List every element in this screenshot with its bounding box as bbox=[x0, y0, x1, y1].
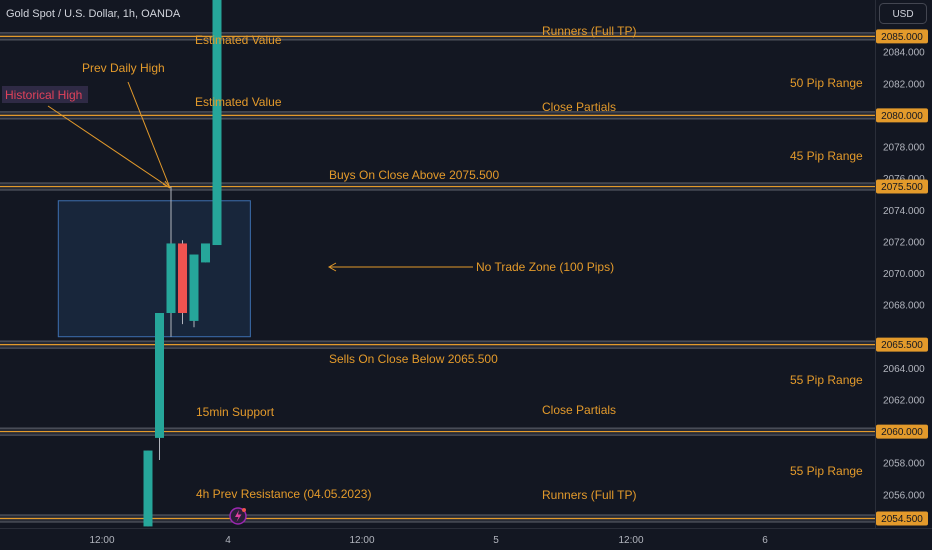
currency-button[interactable]: USD bbox=[879, 3, 927, 24]
historical-high-label: Historical High bbox=[2, 86, 88, 103]
annotation-estimated-value-2: Estimated Value bbox=[195, 95, 282, 109]
candle-body-4[interactable] bbox=[189, 254, 199, 321]
annotation-pip-range-55b: 55 Pip Range bbox=[790, 464, 863, 478]
y-tick-label-11: 2084.000 bbox=[883, 48, 925, 59]
chart-container: 2056.000 2058.000 2062.000 2064.000 2068.000… bbox=[0, 0, 932, 550]
y-tick-label-5: 2070.000 bbox=[883, 269, 925, 280]
candle-body-0[interactable] bbox=[143, 450, 153, 527]
price-tag-label-3: 2065.500 bbox=[881, 340, 923, 351]
y-tick-label-10: 2082.000 bbox=[883, 79, 925, 90]
x-tick-label-5: 6 bbox=[762, 535, 768, 546]
x-tick-label-0: 12:00 bbox=[89, 535, 114, 546]
annotation-runners-top: Runners (Full TP) bbox=[542, 24, 636, 38]
price-tag-label-1: 2080.000 bbox=[881, 111, 923, 122]
y-tick-label-2: 2062.000 bbox=[883, 395, 925, 406]
price-chart[interactable]: 2056.000 2058.000 2062.000 2064.000 2068.000… bbox=[0, 0, 932, 550]
candle-body-2[interactable] bbox=[166, 243, 176, 314]
y-tick-label-7: 2074.000 bbox=[883, 206, 925, 217]
event-flash-icon[interactable] bbox=[229, 507, 247, 525]
annotation-close-partials-bottom: Close Partials bbox=[542, 403, 616, 417]
x-tick-label-1: 4 bbox=[225, 535, 231, 546]
x-tick-label-2: 12:00 bbox=[349, 535, 374, 546]
y-tick-label-4: 2068.000 bbox=[883, 301, 925, 312]
y-tick-label-0: 2056.000 bbox=[883, 490, 925, 501]
y-tick-label-1: 2058.000 bbox=[883, 459, 925, 470]
price-tag-label-0: 2085.000 bbox=[881, 32, 923, 43]
annotation-close-partials-top: Close Partials bbox=[542, 100, 616, 114]
y-tick-label-9: 2078.000 bbox=[883, 143, 925, 154]
annotation-runners-bottom: Runners (Full TP) bbox=[542, 488, 636, 502]
annotation-pip-range-50: 50 Pip Range bbox=[790, 76, 863, 90]
price-tag-label-2: 2075.500 bbox=[881, 182, 923, 193]
candle-body-5[interactable] bbox=[201, 243, 210, 263]
currency-label: USD bbox=[892, 9, 913, 20]
annotation-pip-range-55a: 55 Pip Range bbox=[790, 373, 863, 387]
annotation-prev-daily-high: Prev Daily High bbox=[82, 61, 165, 75]
candle-body-3[interactable] bbox=[178, 243, 187, 314]
annotation-pip-range-45: 45 Pip Range bbox=[790, 149, 863, 163]
annotation-estimated-value-1: Estimated Value bbox=[195, 33, 282, 47]
x-tick-label-4: 12:00 bbox=[618, 535, 643, 546]
price-tag-label-4: 2060.000 bbox=[881, 427, 923, 438]
y-tick-label-6: 2072.000 bbox=[883, 237, 925, 248]
annotation-15min-support: 15min Support bbox=[196, 405, 275, 419]
x-tick-label-3: 5 bbox=[493, 535, 499, 546]
annotation-sells: Sells On Close Below 2065.500 bbox=[329, 352, 498, 366]
annotation-buys: Buys On Close Above 2075.500 bbox=[329, 168, 499, 182]
candle-body-1[interactable] bbox=[155, 313, 164, 438]
price-tag-label-5: 2054.500 bbox=[881, 514, 923, 525]
no-trade-zone-box[interactable] bbox=[57, 200, 251, 338]
y-tick-label-3: 2064.000 bbox=[883, 364, 925, 375]
annotation-historical-high: Historical High bbox=[5, 88, 82, 102]
annotation-no-trade-zone: No Trade Zone (100 Pips) bbox=[476, 260, 614, 274]
chart-title: Gold Spot / U.S. Dollar, 1h, OANDA bbox=[6, 8, 181, 20]
annotation-4h-resistance: 4h Prev Resistance (04.05.2023) bbox=[196, 487, 371, 501]
